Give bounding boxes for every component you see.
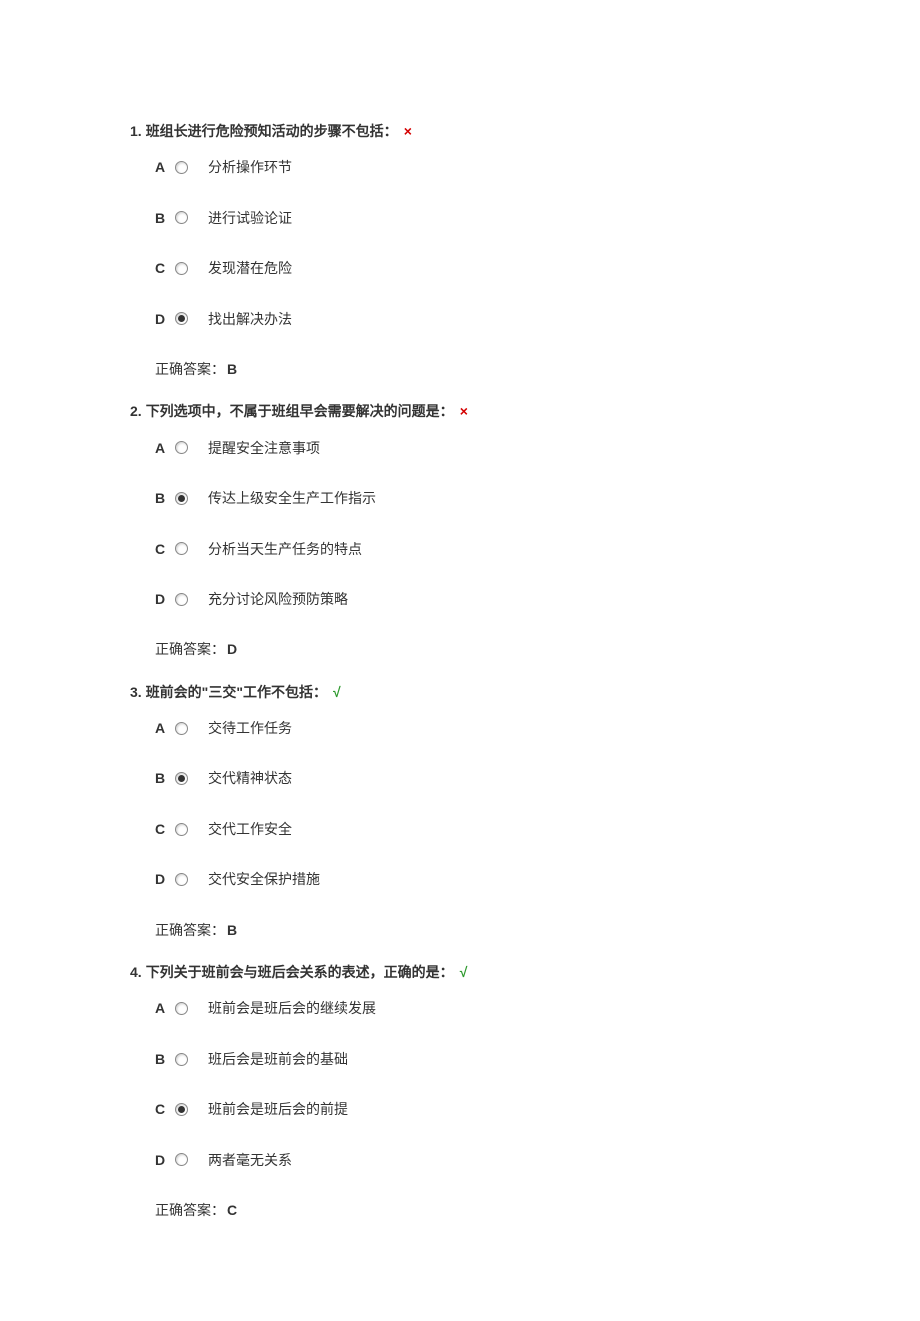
option-letter: C (155, 538, 171, 560)
option-letter: D (155, 588, 171, 610)
answer-label: 正确答案： (155, 922, 225, 938)
option-row: C 发现潜在危险 (155, 257, 790, 279)
option-letter: C (155, 818, 171, 840)
option-letter: C (155, 257, 171, 279)
option-radio[interactable] (175, 873, 188, 886)
option-text: 进行试验论证 (208, 207, 292, 229)
cross-icon: × (404, 120, 412, 142)
option-radio[interactable] (175, 1053, 188, 1066)
option-letter: B (155, 207, 171, 229)
option-text: 班前会是班后会的前提 (208, 1098, 348, 1120)
option-text: 两者毫无关系 (208, 1149, 292, 1171)
option-row: D 交代安全保护措施 (155, 868, 790, 890)
answer-row: 正确答案：D (155, 638, 790, 660)
cross-icon: × (460, 400, 468, 422)
option-letter: B (155, 487, 171, 509)
option-row: D 充分讨论风险预防策略 (155, 588, 790, 610)
answer-label: 正确答案： (155, 641, 225, 657)
option-row: C 分析当天生产任务的特点 (155, 538, 790, 560)
answer-row: 正确答案：C (155, 1199, 790, 1221)
option-text: 充分讨论风险预防策略 (208, 588, 348, 610)
option-row: B 班后会是班前会的基础 (155, 1048, 790, 1070)
option-letter: A (155, 717, 171, 739)
option-row: B 传达上级安全生产工作指示 (155, 487, 790, 509)
option-radio[interactable] (175, 593, 188, 606)
answer-value: D (227, 641, 237, 657)
question-block: 3.班前会的"三交"工作不包括： √ A 交待工作任务 B 交代精神状态 C 交代工作安全 D 交… (130, 681, 790, 941)
option-letter: D (155, 1149, 171, 1171)
option-row: A 班前会是班后会的继续发展 (155, 997, 790, 1019)
option-letter: A (155, 997, 171, 1019)
question-header: 4.下列关于班前会与班后会关系的表述，正确的是： √ (130, 961, 790, 983)
option-radio[interactable] (175, 772, 188, 785)
answer-value: B (227, 361, 237, 377)
option-radio[interactable] (175, 722, 188, 735)
option-text: 分析操作环节 (208, 156, 292, 178)
option-radio[interactable] (175, 312, 188, 325)
option-radio[interactable] (175, 492, 188, 505)
option-text: 分析当天生产任务的特点 (208, 538, 362, 560)
option-row: B 交代精神状态 (155, 767, 790, 789)
option-row: D 找出解决办法 (155, 308, 790, 330)
option-letter: C (155, 1098, 171, 1120)
option-radio[interactable] (175, 542, 188, 555)
question-text: 班组长进行危险预知活动的步骤不包括： (146, 120, 398, 142)
check-icon: √ (333, 681, 341, 703)
option-row: B 进行试验论证 (155, 207, 790, 229)
option-text: 交待工作任务 (208, 717, 292, 739)
question-header: 1.班组长进行危险预知活动的步骤不包括： × (130, 120, 790, 142)
option-letter: D (155, 868, 171, 890)
question-text: 班前会的"三交"工作不包括： (146, 681, 327, 703)
answer-row: 正确答案：B (155, 358, 790, 380)
option-row: A 分析操作环节 (155, 156, 790, 178)
option-letter: A (155, 156, 171, 178)
option-radio[interactable] (175, 161, 188, 174)
option-radio[interactable] (175, 262, 188, 275)
option-row: C 交代工作安全 (155, 818, 790, 840)
question-block: 4.下列关于班前会与班后会关系的表述，正确的是： √ A 班前会是班后会的继续发展 B 班… (130, 961, 790, 1221)
option-radio[interactable] (175, 211, 188, 224)
option-text: 交代安全保护措施 (208, 868, 320, 890)
answer-value: B (227, 922, 237, 938)
option-radio[interactable] (175, 441, 188, 454)
answer-label: 正确答案： (155, 1202, 225, 1218)
question-header: 2.下列选项中，不属于班组早会需要解决的问题是： × (130, 400, 790, 422)
option-text: 班后会是班前会的基础 (208, 1048, 348, 1070)
option-text: 找出解决办法 (208, 308, 292, 330)
option-text: 交代工作安全 (208, 818, 292, 840)
option-row: A 交待工作任务 (155, 717, 790, 739)
answer-label: 正确答案： (155, 361, 225, 377)
option-text: 交代精神状态 (208, 767, 292, 789)
option-text: 发现潜在危险 (208, 257, 292, 279)
option-letter: A (155, 437, 171, 459)
question-block: 2.下列选项中，不属于班组早会需要解决的问题是： × A 提醒安全注意事项 B 传达上级安… (130, 400, 790, 660)
option-letter: B (155, 1048, 171, 1070)
option-radio[interactable] (175, 1002, 188, 1015)
check-icon: √ (460, 961, 468, 983)
quiz-container: 1.班组长进行危险预知活动的步骤不包括： × A 分析操作环节 B 进行试验论证 C 发现潜在… (130, 120, 790, 1221)
option-text: 提醒安全注意事项 (208, 437, 320, 459)
option-letter: B (155, 767, 171, 789)
option-text: 班前会是班后会的继续发展 (208, 997, 376, 1019)
option-letter: D (155, 308, 171, 330)
option-row: C 班前会是班后会的前提 (155, 1098, 790, 1120)
question-block: 1.班组长进行危险预知活动的步骤不包括： × A 分析操作环节 B 进行试验论证 C 发现潜在… (130, 120, 790, 380)
answer-row: 正确答案：B (155, 919, 790, 941)
question-number: 4. (130, 961, 142, 983)
option-row: D 两者毫无关系 (155, 1149, 790, 1171)
question-number: 2. (130, 400, 142, 422)
question-text: 下列选项中，不属于班组早会需要解决的问题是： (146, 400, 454, 422)
answer-value: C (227, 1202, 237, 1218)
question-number: 3. (130, 681, 142, 703)
question-number: 1. (130, 120, 142, 142)
option-radio[interactable] (175, 823, 188, 836)
option-row: A 提醒安全注意事项 (155, 437, 790, 459)
option-radio[interactable] (175, 1103, 188, 1116)
option-text: 传达上级安全生产工作指示 (208, 487, 376, 509)
option-radio[interactable] (175, 1153, 188, 1166)
question-header: 3.班前会的"三交"工作不包括： √ (130, 681, 790, 703)
question-text: 下列关于班前会与班后会关系的表述，正确的是： (146, 961, 454, 983)
